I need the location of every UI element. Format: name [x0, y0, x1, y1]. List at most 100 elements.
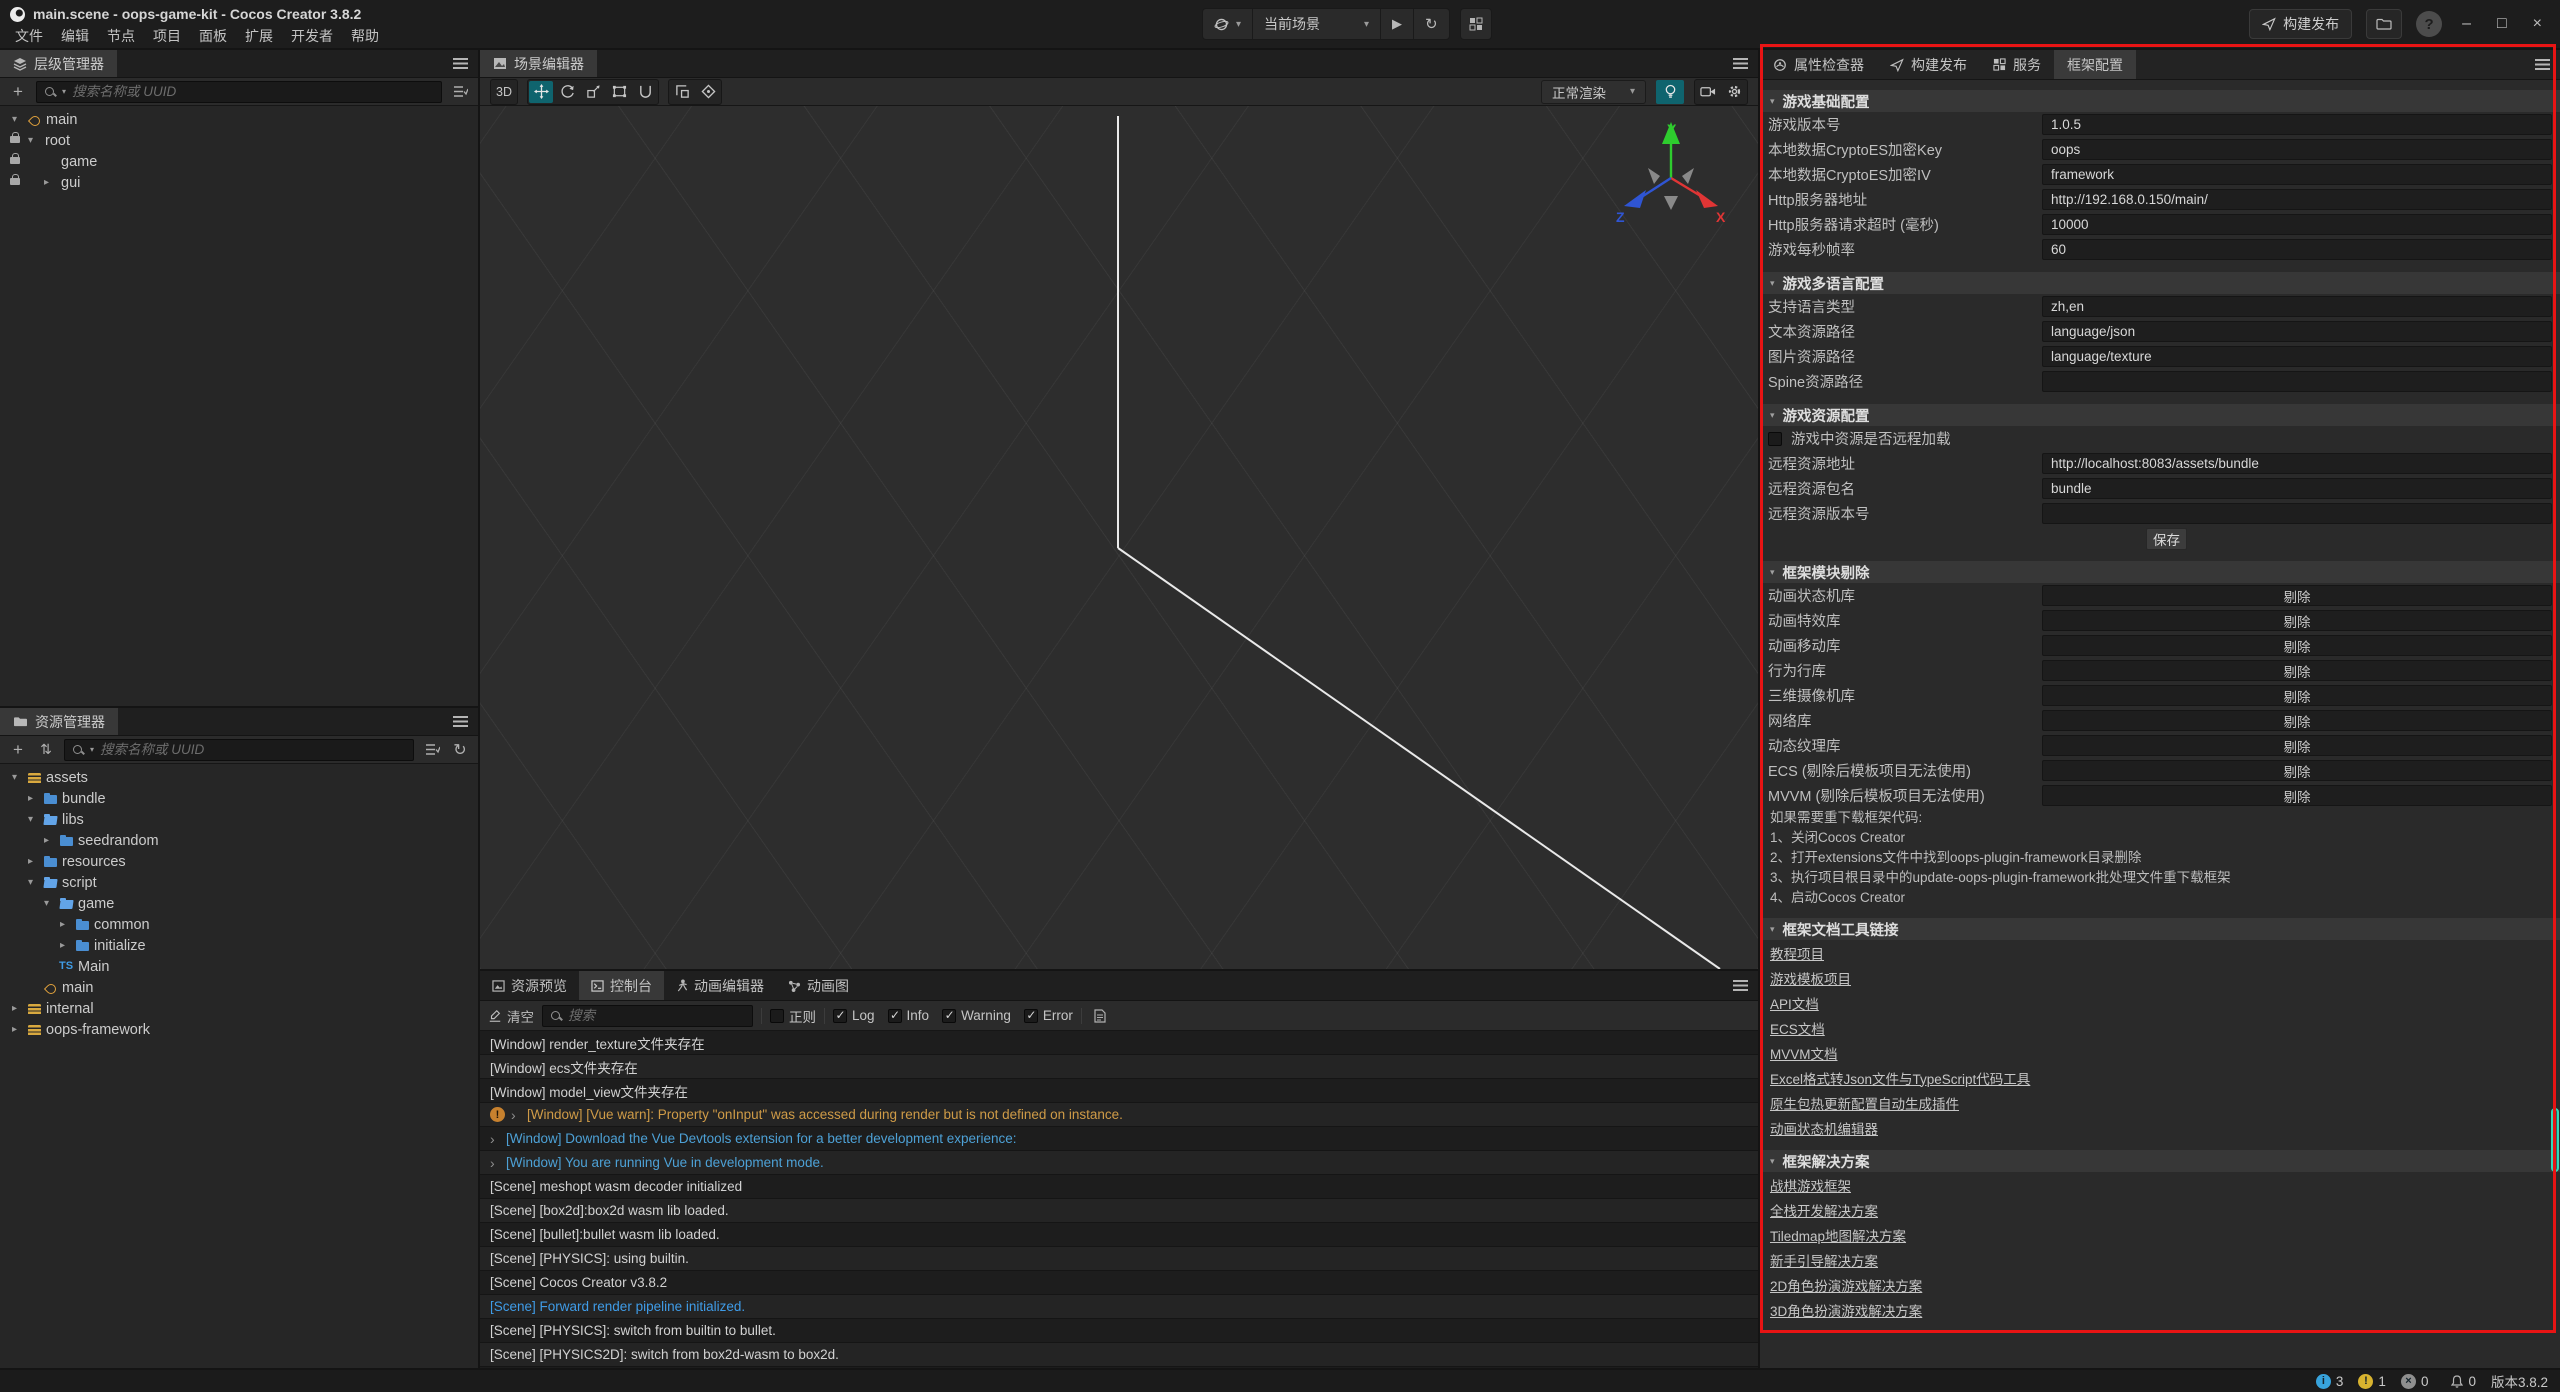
solution-link[interactable]: 新手引导解决方案: [1770, 1250, 1878, 1270]
tree-row[interactable]: bundle: [0, 788, 478, 809]
section-header-game-basic[interactable]: ▾ 游戏基础配置: [1760, 90, 2560, 112]
menu-item[interactable]: 扩展: [236, 25, 282, 47]
filter-checkbox[interactable]: [888, 1009, 902, 1023]
lock-icon[interactable]: [10, 157, 20, 164]
assets-refresh-button[interactable]: ↻: [450, 740, 470, 760]
transform-tool-button[interactable]: [633, 81, 657, 103]
solution-link[interactable]: 3D角色扮演游戏解决方案: [1770, 1300, 1922, 1320]
tab-scene-editor[interactable]: 场景编辑器: [480, 50, 597, 77]
log-row[interactable]: [Window] Download the Vue Devtools exten…: [480, 1127, 1758, 1151]
property-value-input[interactable]: [2042, 371, 2552, 392]
scene-viewport[interactable]: Y X Z: [480, 106, 1758, 969]
tree-row[interactable]: assets: [0, 767, 478, 788]
module-remove-button[interactable]: 剔除: [2042, 585, 2552, 606]
property-value-input[interactable]: http://192.168.0.150/main/: [2042, 189, 2552, 210]
tab-animation-editor[interactable]: 动画编辑器: [664, 971, 776, 1000]
regex-toggle[interactable]: 正则: [770, 1006, 816, 1026]
status-info-counter[interactable]: i 3: [2316, 1374, 2344, 1389]
tree-row[interactable]: seedrandom: [0, 830, 478, 851]
build-publish-button[interactable]: 构建发布: [2249, 9, 2352, 39]
tree-row[interactable]: Main: [0, 956, 478, 977]
log-expand-arrow[interactable]: [511, 1107, 521, 1123]
log-filter-toggle[interactable]: Error: [1024, 1008, 1073, 1023]
open-project-folder-button[interactable]: [2366, 9, 2402, 39]
scene-light-toggle[interactable]: [1656, 80, 1684, 104]
filter-checkbox[interactable]: [833, 1009, 847, 1023]
panel-menu-icon[interactable]: [453, 58, 468, 69]
tab-hierarchy[interactable]: 层级管理器: [0, 50, 117, 77]
tab-build-publish[interactable]: 构建发布: [1877, 50, 1980, 79]
log-row[interactable]: [Scene] [PHYSICS]: switch from builtin t…: [480, 1319, 1758, 1343]
layout-button[interactable]: [1460, 8, 1492, 40]
tree-expand-arrow[interactable]: [12, 1003, 25, 1014]
log-filter-toggle[interactable]: Log: [833, 1008, 875, 1023]
doc-link[interactable]: 游戏模板项目: [1770, 968, 1851, 988]
filter-checkbox[interactable]: [942, 1009, 956, 1023]
panel-menu-icon[interactable]: [1733, 980, 1748, 991]
tree-expand-arrow[interactable]: [28, 877, 41, 888]
move-tool-button[interactable]: [529, 81, 553, 103]
log-row[interactable]: [Window] render_texture文件夹存在: [480, 1031, 1758, 1055]
module-remove-button[interactable]: 剔除: [2042, 685, 2552, 706]
module-remove-button[interactable]: 剔除: [2042, 610, 2552, 631]
menu-item[interactable]: 文件: [6, 25, 52, 47]
section-header-language[interactable]: ▾ 游戏多语言配置: [1760, 272, 2560, 294]
tree-row[interactable]: internal: [0, 998, 478, 1019]
help-button[interactable]: ?: [2416, 11, 2442, 37]
log-row[interactable]: [Scene] [bullet]:bullet wasm lib loaded.: [480, 1223, 1758, 1247]
property-value-input[interactable]: zh,en: [2042, 296, 2552, 317]
tree-row[interactable]: resources: [0, 851, 478, 872]
property-value-input[interactable]: oops: [2042, 139, 2552, 160]
scene-settings-button[interactable]: [1722, 81, 1746, 103]
assets-search-input[interactable]: [100, 742, 406, 757]
tree-row[interactable]: main: [0, 109, 478, 130]
doc-link[interactable]: API文档: [1770, 993, 1819, 1013]
tab-asset-preview[interactable]: 资源预览: [480, 971, 579, 1000]
solution-link[interactable]: Tiledmap地图解决方案: [1770, 1225, 1906, 1245]
hierarchy-filter-button[interactable]: [450, 82, 470, 102]
log-row[interactable]: [Window] You are running Vue in developm…: [480, 1151, 1758, 1175]
section-header-modules[interactable]: ▾ 框架模块剔除: [1760, 561, 2560, 583]
lock-icon[interactable]: [10, 178, 20, 185]
status-error-counter[interactable]: × 0: [2401, 1374, 2429, 1389]
doc-link[interactable]: 动画状态机编辑器: [1770, 1118, 1878, 1138]
status-warning-counter[interactable]: ! 1: [2358, 1374, 2386, 1389]
save-button[interactable]: 保存: [2146, 528, 2187, 550]
log-row[interactable]: [Scene] Cocos Creator v3.8.2: [480, 1271, 1758, 1295]
scale-tool-button[interactable]: [581, 81, 605, 103]
solution-link[interactable]: 2D角色扮演游戏解决方案: [1770, 1275, 1922, 1295]
solution-link[interactable]: 全栈开发解决方案: [1770, 1200, 1878, 1220]
remote-load-checkbox-row[interactable]: 游戏中资源是否远程加载: [1760, 426, 2560, 451]
panel-menu-icon[interactable]: [2535, 59, 2550, 70]
doc-link[interactable]: 教程项目: [1770, 943, 1824, 963]
log-row[interactable]: [Scene] Forward render pipeline initiali…: [480, 1295, 1758, 1319]
module-remove-button[interactable]: 剔除: [2042, 710, 2552, 731]
pivot-snap-button[interactable]: [670, 81, 694, 103]
property-value-input[interactable]: 1.0.5: [2042, 114, 2552, 135]
log-filter-toggle[interactable]: Info: [888, 1008, 930, 1023]
render-mode-dropdown[interactable]: 正常渲染 ▾: [1541, 80, 1646, 104]
tab-console[interactable]: 控制台: [579, 971, 664, 1000]
module-remove-button[interactable]: 剔除: [2042, 635, 2552, 656]
tree-expand-arrow[interactable]: [12, 772, 25, 783]
rect-tool-button[interactable]: [607, 81, 631, 103]
log-row[interactable]: [Scene] [PHYSICS2D]: switch from box2d-w…: [480, 1343, 1758, 1367]
tree-row[interactable]: game: [0, 151, 478, 172]
scene-camera-button[interactable]: [1696, 81, 1720, 103]
reload-button[interactable]: ↻: [1413, 9, 1449, 39]
tree-row[interactable]: main: [0, 977, 478, 998]
open-log-file-button[interactable]: [1090, 1006, 1110, 1026]
property-value-input[interactable]: language/json: [2042, 321, 2552, 342]
section-header-resources[interactable]: ▾ 游戏资源配置: [1760, 404, 2560, 426]
doc-link[interactable]: Excel格式转Json文件与TypeScript代码工具: [1770, 1068, 2030, 1088]
module-remove-button[interactable]: 剔除: [2042, 660, 2552, 681]
inspector-scrollbar-thumb[interactable]: [2551, 1108, 2559, 1172]
tree-row[interactable]: script: [0, 872, 478, 893]
property-value-input[interactable]: language/texture: [2042, 346, 2552, 367]
tree-expand-arrow[interactable]: [28, 814, 41, 825]
status-notification-counter[interactable]: 0: [2451, 1374, 2476, 1389]
rotate-tool-button[interactable]: [555, 81, 579, 103]
tab-animation-graph[interactable]: 动画图: [776, 971, 861, 1000]
tab-property-inspector[interactable]: 属性检查器: [1760, 50, 1877, 79]
module-remove-button[interactable]: 剔除: [2042, 735, 2552, 756]
